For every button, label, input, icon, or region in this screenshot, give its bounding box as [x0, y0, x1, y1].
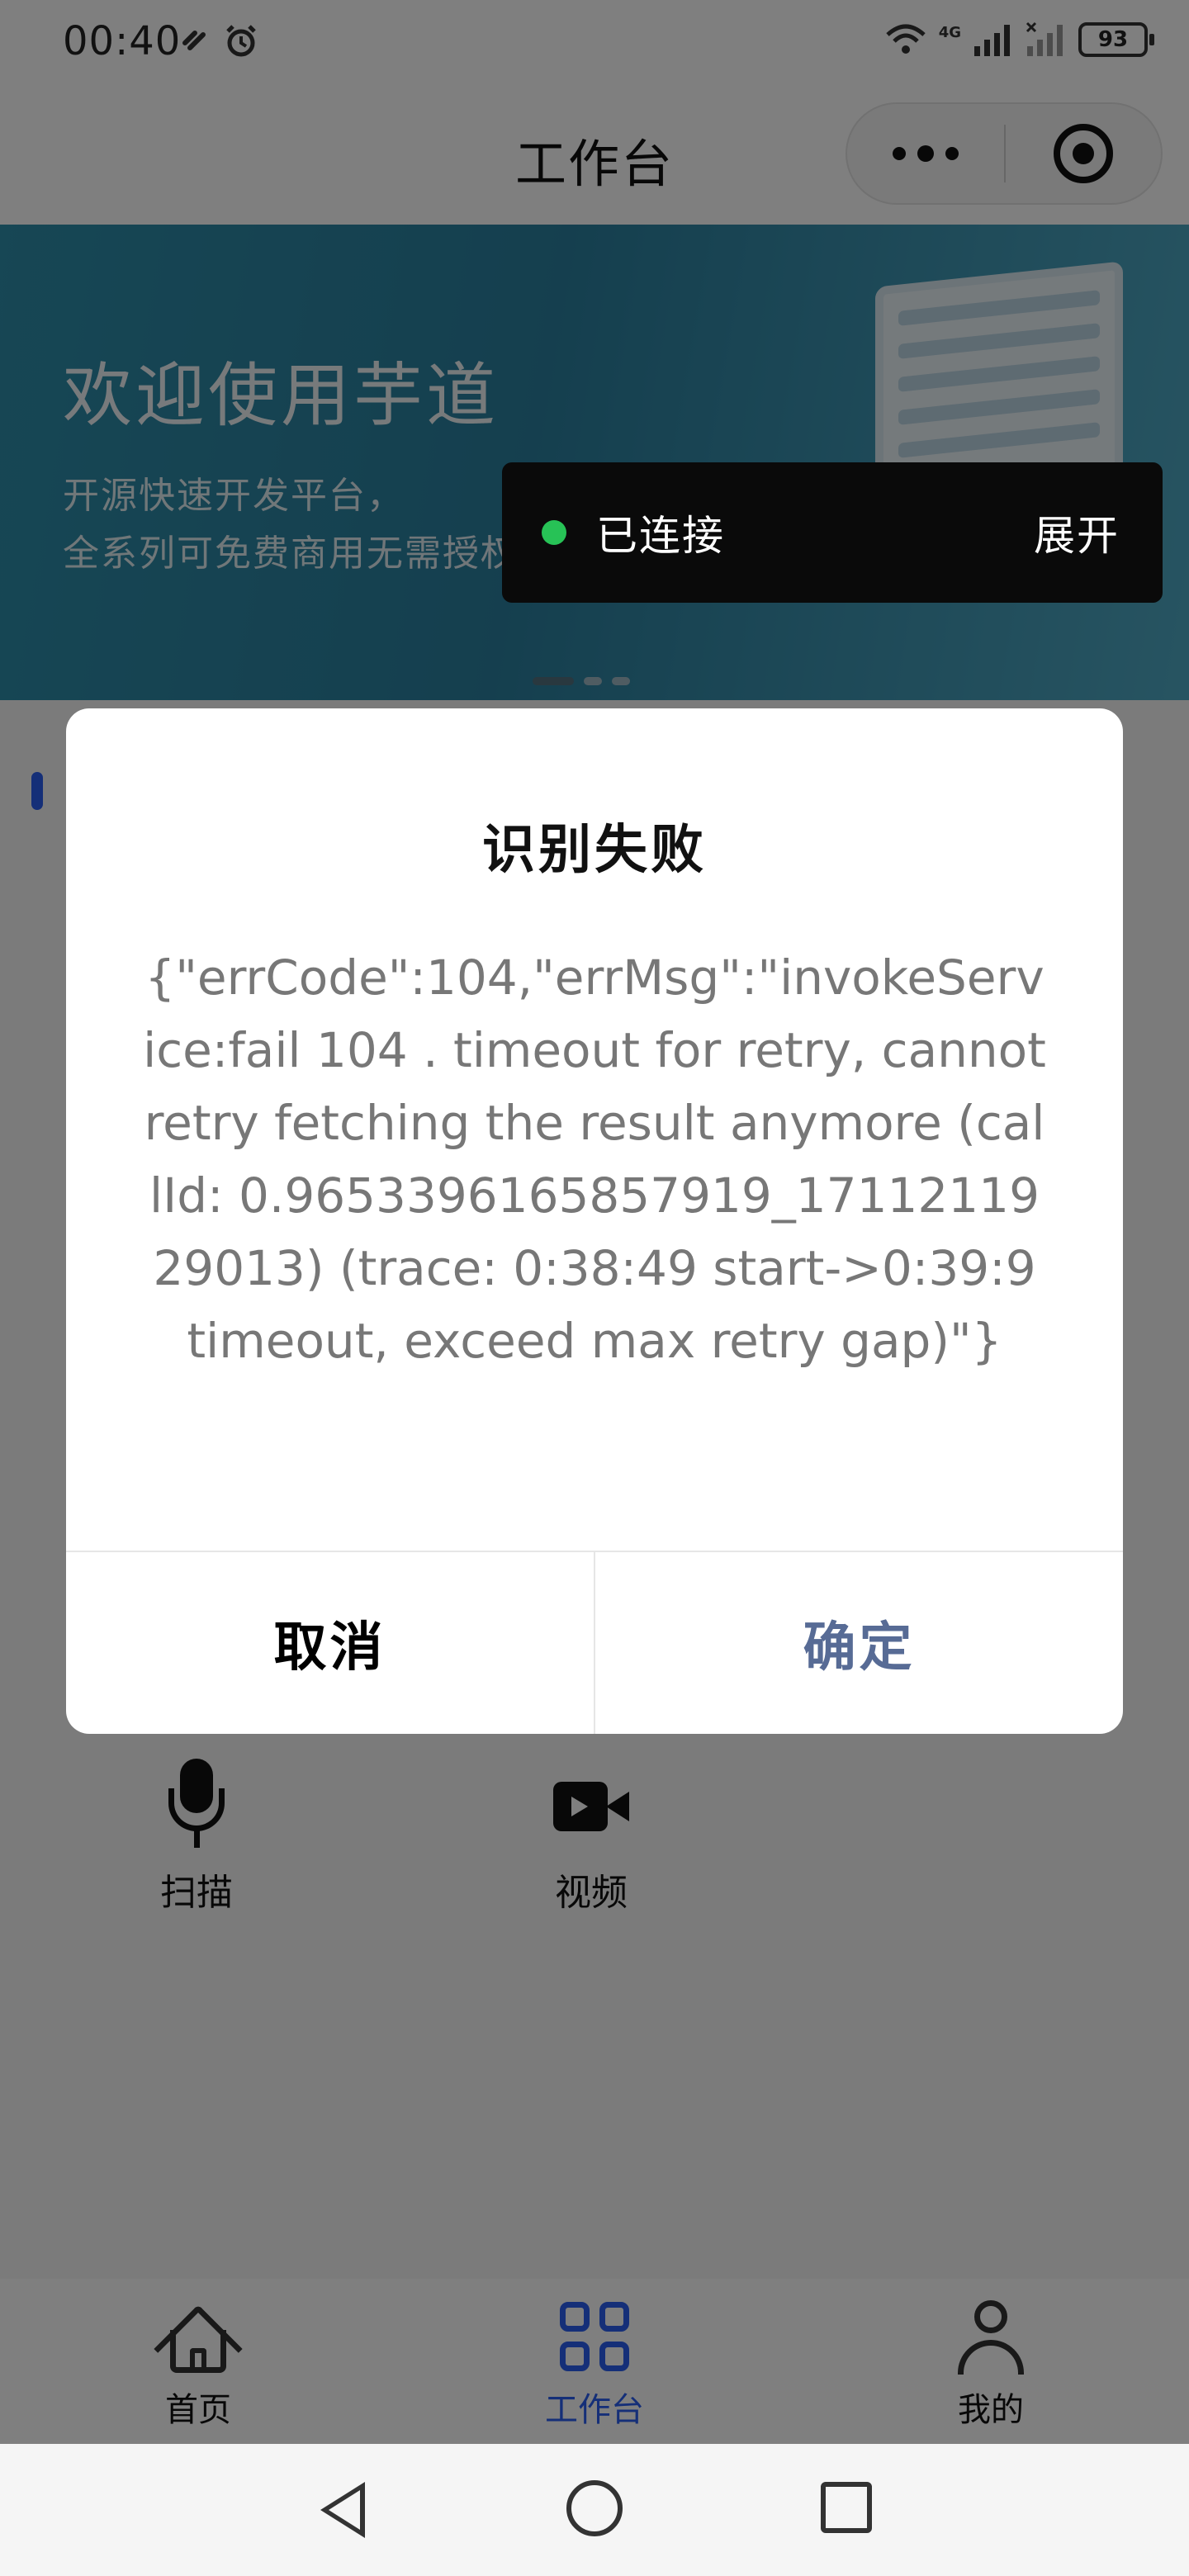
error-dialog: 识别失败 {"errCode":104,"errMsg":"invokeServ…: [66, 708, 1123, 1734]
dialog-title: 识别失败: [482, 820, 707, 881]
connected-status-dot-icon: [542, 520, 566, 545]
confirm-button[interactable]: 确定: [595, 1552, 1123, 1734]
expand-button[interactable]: 展开: [1034, 503, 1120, 562]
back-icon[interactable]: [320, 2482, 365, 2538]
recents-icon[interactable]: [821, 2482, 872, 2533]
connection-status-toast: 已连接 展开: [502, 462, 1163, 603]
dialog-message: {"errCode":104,"errMsg":"invokeService:f…: [143, 949, 1062, 1369]
system-navigation-bar: [0, 2444, 1189, 2576]
cancel-button[interactable]: 取消: [66, 1552, 595, 1734]
connection-status-text: 已连接: [596, 512, 725, 560]
home-circle-icon[interactable]: [566, 2480, 623, 2536]
dialog-footer: 取消 确定: [66, 1551, 1123, 1734]
